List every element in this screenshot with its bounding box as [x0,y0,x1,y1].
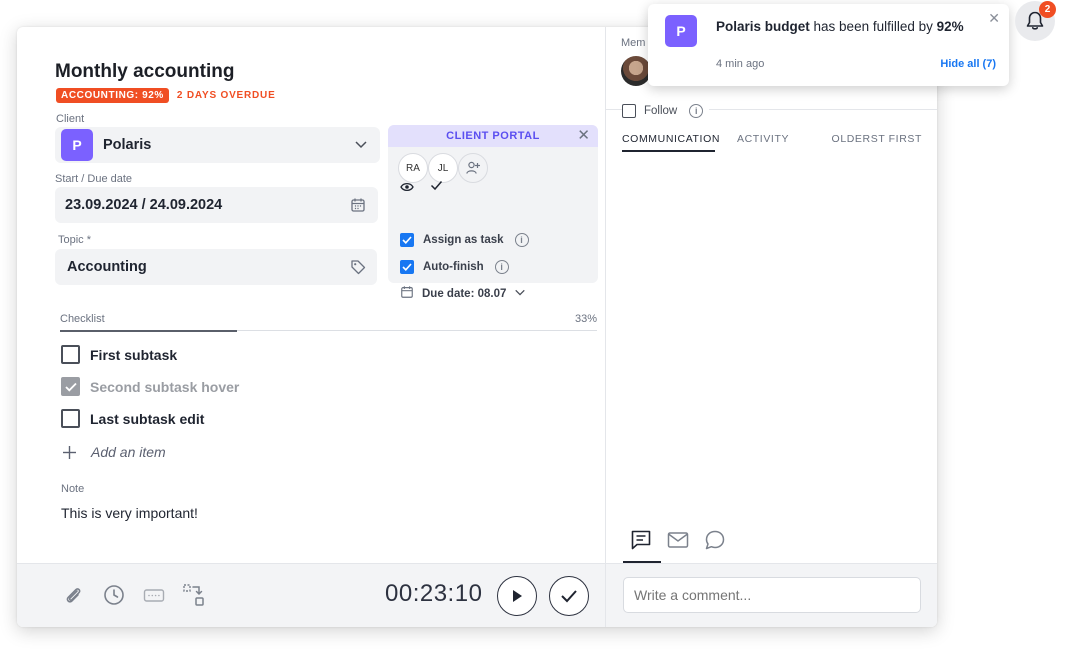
paperclip-icon[interactable] [60,582,86,608]
dates-label: Start / Due date [55,173,133,185]
checklist-progress-bar [60,330,237,332]
topic-field[interactable]: Accounting [55,249,377,285]
date-range-field[interactable]: 23.09.2024 / 24.09.2024 [55,187,378,223]
client-avatar: P [61,129,93,161]
follow-checkbox[interactable] [622,104,636,118]
tab-communication[interactable]: COMMUNICATION [622,133,720,145]
checklist-percent: 33% [574,313,597,325]
add-user-icon [466,161,480,174]
portal-due-date-dropdown[interactable]: Due date: 08.07 [400,285,526,302]
calendar-icon [350,197,366,217]
notification-value: 92% [936,19,964,34]
info-icon[interactable]: i [494,260,509,274]
check-icon [430,178,443,196]
eye-icon [400,179,414,197]
checklist-label: Checklist [60,313,105,325]
client-name: Polaris [103,137,152,153]
hide-all-link[interactable]: Hide all (7) [940,58,996,70]
auto-finish-checkbox[interactable] [400,260,414,274]
follow-toggle[interactable]: Follow i [622,104,710,118]
notification-avatar: P [665,15,697,47]
timer-display: 00:23:10 [385,580,483,607]
task-badges: ACCOUNTING: 92% 2 DAYS OVERDUE [56,88,276,103]
list-item[interactable]: Second subtask hover [61,377,239,396]
subtask-checkbox[interactable] [61,377,80,396]
client-portal-header: CLIENT PORTAL ✕ [388,125,598,147]
auto-finish-row[interactable]: Auto-finish i [400,260,509,274]
client-portal-title: CLIENT PORTAL [446,130,540,142]
status-badge: ACCOUNTING: 92% [56,88,169,103]
add-user-button[interactable] [458,153,488,183]
client-label: Client [56,113,85,125]
comment-channel-icon[interactable] [628,527,654,553]
chevron-down-icon [354,137,368,155]
mail-icon[interactable] [665,527,691,553]
keyboard-icon[interactable] [141,582,167,608]
task-details-panel: Monthly accounting ACCOUNTING: 92% 2 DAY… [17,27,605,563]
avatar[interactable] [621,56,651,86]
subtask-label[interactable]: First subtask [90,347,177,363]
topic-value: Accounting [67,259,147,275]
clock-icon[interactable] [101,582,127,608]
client-portal-panel: CLIENT PORTAL ✕ RA JL Assign as task i A [388,125,598,300]
play-icon [513,590,522,602]
tab-activity[interactable]: ACTIVITY [737,133,789,145]
follow-label: Follow [644,105,678,117]
chevron-down-icon [514,286,526,301]
note-text[interactable]: This is very important! [61,505,198,521]
info-icon[interactable]: i [514,233,529,247]
auto-finish-label: Auto-finish [423,261,484,273]
checklist-header: Checklist 33% [60,313,597,325]
assign-as-task-row[interactable]: Assign as task i [400,233,529,247]
client-select[interactable]: P Polaris [55,127,380,163]
notification-body: has been fulfilled by [813,19,933,34]
play-button[interactable] [497,576,537,616]
subtask-checkbox[interactable] [61,409,80,428]
members-label: Mem [621,37,646,49]
overdue-badge: 2 DAYS OVERDUE [176,90,276,101]
active-tab-indicator [622,150,715,152]
comment-input[interactable] [623,577,921,613]
plus-icon [63,445,76,459]
info-icon[interactable]: i [689,104,704,118]
close-icon[interactable]: ✕ [577,128,590,144]
note-label: Note [61,483,85,495]
notification-subject: Polaris budget [716,19,810,34]
communication-panel: Mem Follow i COMMUNICATION ACTIVITY OLDE… [605,27,937,627]
complete-button[interactable] [549,576,589,616]
assign-checkbox[interactable] [400,233,414,247]
notification-toast: P Polaris budget has been fulfilled by 9… [648,4,1009,86]
date-range-value: 23.09.2024 / 24.09.2024 [65,197,223,213]
notification-time: 4 min ago [716,58,765,70]
topic-label: Topic * [58,234,92,246]
add-item-label: Add an item [91,444,166,460]
task-modal: Monthly accounting ACCOUNTING: 92% 2 DAY… [17,27,937,627]
calendar-icon [400,285,414,302]
chat-bubble-icon[interactable] [702,527,728,553]
subtask-checkbox[interactable] [61,345,80,364]
tag-icon [350,259,366,279]
close-icon[interactable]: ✕ [988,10,1000,27]
add-item-button[interactable]: Add an item [62,444,166,460]
sort-order-toggle[interactable]: OLDERST FIRST [832,133,922,145]
subtask-label[interactable]: Last subtask edit [90,411,204,427]
notification-message: Polaris budget has been fulfilled by 92% [716,17,966,37]
assign-label: Assign as task [423,234,504,246]
task-footer: 00:23:10 [17,563,605,627]
comment-bar [606,563,937,627]
portal-due-date-label: Due date: 08.07 [422,287,507,300]
check-icon [561,590,577,603]
notification-count-badge: 2 [1039,1,1056,18]
page-title: Monthly accounting [55,61,235,82]
list-item[interactable]: Last subtask edit [61,409,204,428]
list-item[interactable]: First subtask [61,345,177,364]
convert-icon[interactable] [181,582,207,608]
subtask-label[interactable]: Second subtask hover [90,379,239,395]
